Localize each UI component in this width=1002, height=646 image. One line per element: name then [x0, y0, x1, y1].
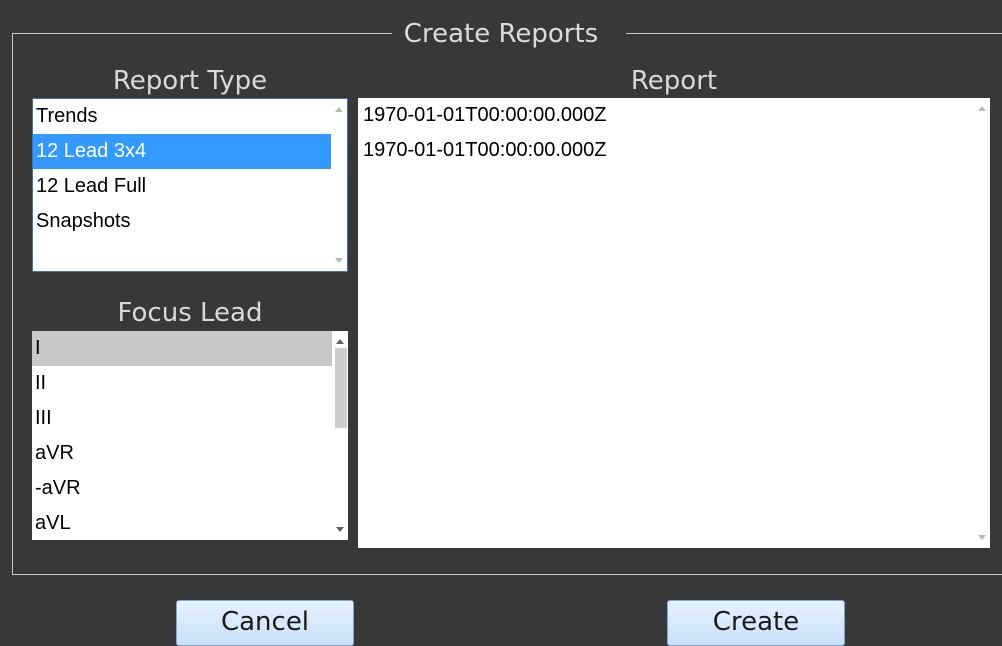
frame-top-left [12, 33, 392, 34]
dialog-title: Create Reports [401, 19, 601, 49]
focus-lead-item[interactable]: -aVR [32, 471, 348, 506]
report-type-item[interactable]: 12 Lead Full [33, 169, 347, 204]
focus-lead-label: Focus Lead [117, 298, 263, 328]
frame-left [12, 33, 13, 575]
report-scrollbar[interactable] [974, 98, 990, 548]
scroll-thumb[interactable] [335, 348, 347, 428]
focus-lead-item[interactable]: aVL [32, 506, 348, 540]
focus-lead-item[interactable]: I [32, 331, 348, 366]
focus-lead-items: I II III aVR -aVR aVL [32, 331, 348, 540]
report-type-items: Trends 12 Lead 3x4 12 Lead Full Snapshots [33, 99, 347, 239]
focus-lead-item[interactable]: III [32, 401, 348, 436]
report-label: Report [630, 66, 718, 96]
report-type-item[interactable]: 12 Lead 3x4 [33, 134, 347, 169]
scroll-up-icon[interactable] [335, 107, 343, 112]
frame-bottom [12, 574, 1002, 575]
report-list[interactable]: 1970-01-01T00:00:00.000Z 1970-01-01T00:00… [358, 98, 990, 548]
frame-top-right [626, 33, 1002, 34]
focus-lead-scrollbar[interactable] [332, 331, 348, 540]
scroll-down-icon[interactable] [336, 527, 344, 532]
focus-lead-item[interactable]: II [32, 366, 348, 401]
report-type-scrollbar[interactable] [331, 99, 347, 271]
scroll-down-icon[interactable] [978, 535, 986, 540]
report-item[interactable]: 1970-01-01T00:00:00.000Z [358, 98, 990, 133]
focus-lead-item[interactable]: aVR [32, 436, 348, 471]
report-item[interactable]: 1970-01-01T00:00:00.000Z [358, 133, 990, 168]
focus-lead-list[interactable]: I II III aVR -aVR aVL [32, 331, 348, 540]
cancel-button[interactable]: Cancel [176, 600, 354, 646]
report-type-list[interactable]: Trends 12 Lead 3x4 12 Lead Full Snapshots [32, 98, 348, 272]
create-reports-dialog: Create Reports Report Type Trends 12 Lead… [0, 0, 1002, 646]
scroll-up-icon[interactable] [978, 106, 986, 111]
report-items: 1970-01-01T00:00:00.000Z 1970-01-01T00:00… [358, 98, 990, 168]
report-type-item[interactable]: Trends [33, 99, 347, 134]
create-button[interactable]: Create [667, 600, 845, 646]
scroll-down-icon[interactable] [335, 258, 343, 263]
scroll-up-icon[interactable] [336, 339, 344, 344]
report-type-label: Report Type [112, 66, 268, 96]
report-type-item[interactable]: Snapshots [33, 204, 347, 239]
